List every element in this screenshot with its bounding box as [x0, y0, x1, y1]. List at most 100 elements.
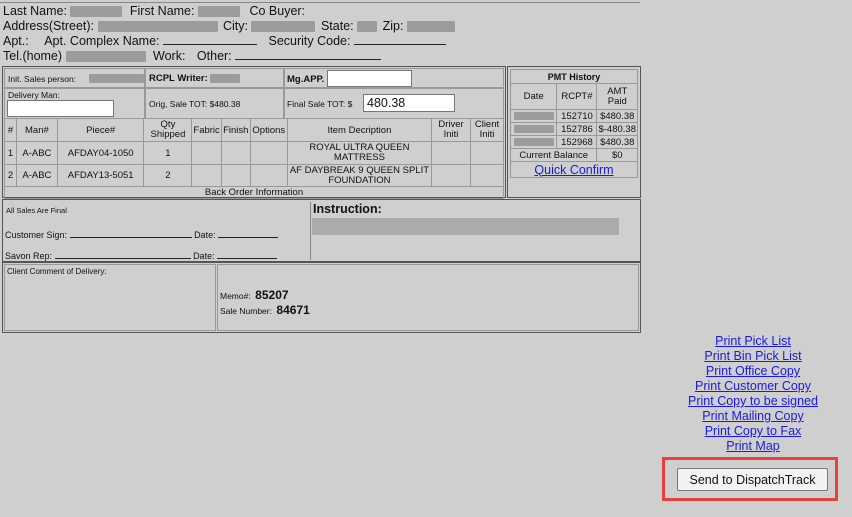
- rcpl-writer-redacted: [210, 74, 240, 83]
- back-order-label: Back Order Information: [4, 186, 504, 199]
- pmt-date-cell: [509, 109, 558, 123]
- customer-date-label: Date:: [194, 230, 216, 240]
- tel-line: Tel.(home) Work: Other:: [3, 49, 382, 64]
- pmt-amt-cell: $-480.38: [596, 122, 638, 136]
- security-code-field: [353, 34, 446, 45]
- row-options: [249, 141, 288, 165]
- customer-sign-field: [69, 229, 192, 238]
- col-man: Man#: [15, 118, 58, 142]
- address-redacted: [97, 21, 218, 33]
- send-to-dispatchtrack-button[interactable]: Send to DispatchTrack: [677, 468, 828, 491]
- pmt-history-title: PMT History: [510, 69, 638, 84]
- last-name-redacted: [70, 6, 123, 18]
- order-items-table: # Man# Piece# Qty Shipped Fabric Finish …: [4, 118, 505, 199]
- row-description: ROYAL ULTRA QUEEN MATTRESS: [286, 141, 433, 165]
- print-copy-to-be-signed-link[interactable]: Print Copy to be signed: [670, 394, 836, 409]
- pmt-col-rcpt: RCPT#: [556, 83, 598, 110]
- pmt-date-redacted: [513, 124, 554, 133]
- address-label: Address(Street):: [3, 19, 95, 33]
- row-qty: 1: [143, 141, 193, 165]
- print-copy-to-fax-link[interactable]: Print Copy to Fax: [670, 424, 836, 439]
- orig-sale-label: Orig, Sale TOT: $480.38: [149, 99, 241, 109]
- work-label: Work:: [153, 49, 186, 63]
- pmt-date-redacted: [513, 111, 554, 120]
- pmt-history-box: PMT History Date RCPT# AMT Paid 152710 $…: [507, 66, 641, 198]
- pmt-col-date: Date: [509, 83, 558, 110]
- print-pick-list-link[interactable]: Print Pick List: [670, 334, 836, 349]
- city-redacted: [251, 21, 316, 33]
- row-fabric: [191, 164, 222, 187]
- row-finish: [220, 141, 251, 165]
- mg-app-cell: Mg.APP.: [284, 68, 504, 88]
- apt-complex-label: Apt. Complex Name:: [44, 34, 160, 48]
- orig-sale-cell: Orig, Sale TOT: $480.38: [145, 88, 284, 119]
- print-mailing-copy-link[interactable]: Print Mailing Copy: [670, 409, 836, 424]
- row-man: A-ABC: [15, 141, 58, 165]
- first-name-redacted: [197, 6, 240, 18]
- savon-date-field: [217, 250, 278, 259]
- print-bin-pick-list-link[interactable]: Print Bin Pick List: [670, 349, 836, 364]
- zip-label: Zip:: [382, 19, 404, 33]
- final-sale-input[interactable]: 480.38: [363, 94, 455, 112]
- pmt-date-cell: [509, 122, 558, 136]
- mg-app-input[interactable]: [327, 70, 412, 87]
- print-map-link[interactable]: Print Map: [670, 439, 836, 454]
- col-client-initial: Client Initi: [469, 118, 505, 142]
- row-qty: 2: [143, 164, 193, 187]
- pmt-amt-cell: $480.38: [596, 135, 638, 149]
- pmt-date-cell: [509, 135, 558, 149]
- rcpl-writer-label: RCPL Writer:: [149, 73, 208, 84]
- instruction-label: Instruction:: [313, 202, 382, 216]
- city-label: City:: [222, 19, 248, 33]
- row-num: 1: [4, 141, 17, 165]
- delivery-man-input[interactable]: [7, 100, 114, 117]
- pmt-rcpt-cell: 152968: [556, 135, 598, 149]
- col-qty: Qty Shipped: [143, 118, 193, 142]
- apt-label: Apt.:: [3, 34, 29, 48]
- col-fabric: Fabric: [191, 118, 222, 142]
- mg-app-label: Mg.APP.: [287, 74, 325, 85]
- col-finish: Finish: [220, 118, 251, 142]
- savon-rep-label: Savon Rep:: [5, 251, 53, 261]
- print-links: Print Pick List Print Bin Pick List Prin…: [670, 334, 836, 454]
- address-line: Address(Street): City: State: Zip:: [3, 19, 455, 34]
- top-rule: [0, 2, 640, 3]
- zip-redacted: [406, 21, 455, 33]
- pmt-rcpt-cell: 152786: [556, 122, 598, 136]
- apt-complex-field: [163, 34, 258, 45]
- row-num: 2: [4, 164, 17, 187]
- row-driver-initial: [431, 164, 471, 187]
- table-row: 152710 $480.38: [509, 109, 638, 123]
- row-piece: AFDAY13-5051: [56, 164, 145, 187]
- col-options: Options: [249, 118, 288, 142]
- pmt-col-amt: AMT Paid: [596, 83, 638, 110]
- delivery-man-label: Delivery Man:: [8, 90, 60, 100]
- current-balance-value: $0: [596, 148, 638, 162]
- savon-date-label: Date:: [193, 251, 215, 261]
- row-piece: AFDAY04-1050: [56, 141, 145, 165]
- row-man: A-ABC: [15, 164, 58, 187]
- current-balance-label: Current Balance: [509, 148, 598, 162]
- col-piece: Piece#: [56, 118, 145, 142]
- memo-label: Memo#:: [220, 291, 251, 301]
- pmt-amt-cell: $480.38: [596, 109, 638, 123]
- sale-number-label: Sale Number:: [220, 306, 272, 316]
- col-num: #: [4, 118, 17, 142]
- init-sales-cell: Init. Sales person:: [4, 68, 145, 88]
- row-finish: [220, 164, 251, 187]
- comment-box: Client Comment of Delivery: Memo#: 85207…: [2, 262, 641, 333]
- pmt-rcpt-cell: 152710: [556, 109, 598, 123]
- print-customer-copy-link[interactable]: Print Customer Copy: [670, 379, 836, 394]
- all-sales-final: All Sales Are Final: [6, 206, 67, 215]
- table-row: 152786 $-480.38: [509, 122, 638, 136]
- print-office-copy-link[interactable]: Print Office Copy: [670, 364, 836, 379]
- init-sales-redacted: [89, 74, 144, 83]
- signoff-divider: [310, 202, 311, 260]
- order-box: Init. Sales person: RCPL Writer: Mg.APP.…: [2, 66, 506, 199]
- name-line: Last Name: First Name: Co Buyer:: [3, 4, 305, 19]
- memo-value: 85207: [255, 288, 289, 302]
- quick-confirm-link[interactable]: Quick Confirm: [510, 161, 638, 178]
- signoff-box: All Sales Are Final Customer Sign: Date:…: [2, 199, 641, 262]
- row-fabric: [191, 141, 222, 165]
- co-buyer-label: Co Buyer:: [249, 4, 306, 18]
